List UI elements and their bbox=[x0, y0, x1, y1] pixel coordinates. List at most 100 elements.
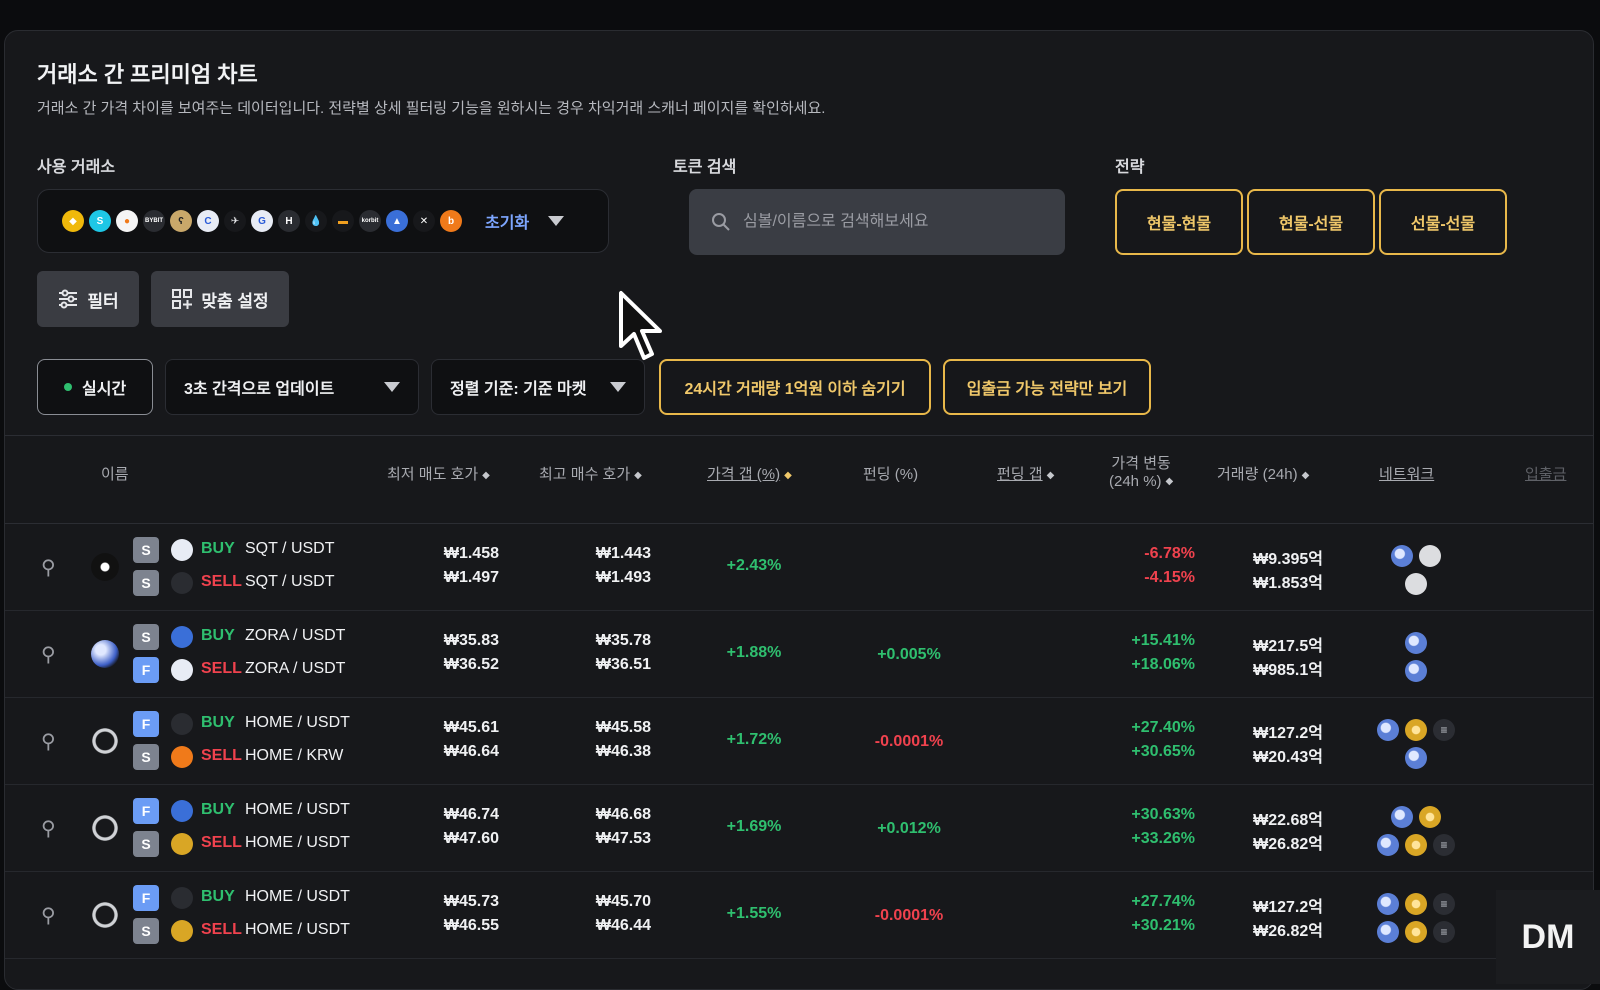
korbit-icon[interactable]: korbit bbox=[359, 210, 381, 232]
table-row[interactable]: ⚲ F S BUY SELL HOME / USDT HOME / USDT ₩… bbox=[5, 784, 1593, 872]
sort-active-icon: ◆ bbox=[784, 469, 792, 481]
exchange-selector[interactable]: ◆ S ● BYBIT ʕ C ✈ G H 💧 ▬ korbit ▲ ✕ b 초… bbox=[37, 189, 609, 253]
upbit-icon[interactable]: ▲ bbox=[386, 210, 408, 232]
network-icon bbox=[1405, 573, 1427, 595]
page-title: 거래소 간 프리미엄 차트 bbox=[37, 62, 258, 87]
bird-icon[interactable]: ✈ bbox=[224, 210, 246, 232]
sushi-icon[interactable]: ▬ bbox=[332, 210, 354, 232]
filter-label: 필터 bbox=[87, 291, 119, 311]
buy-label: BUY bbox=[201, 801, 235, 818]
network-icon bbox=[1405, 747, 1427, 769]
bid-price-buy: ₩1.443 bbox=[595, 545, 651, 562]
bid-price-buy: ₩45.70 bbox=[595, 893, 651, 910]
realtime-toggle[interactable]: 실시간 bbox=[37, 359, 153, 415]
token-icon bbox=[91, 814, 119, 842]
change-sell: +30.21% bbox=[1131, 917, 1195, 934]
hide-low-volume-button[interactable]: 24시간 거래량 1억원 이하 숨기기 bbox=[659, 359, 931, 415]
table-row[interactable]: ⚲ S F BUY SELL ZORA / USDT ZORA / USDT ₩… bbox=[5, 610, 1593, 698]
gate-icon[interactable]: G bbox=[251, 210, 273, 232]
buy-exchange-icon bbox=[171, 626, 193, 648]
search-input[interactable] bbox=[743, 213, 1043, 231]
col-bid[interactable]: 최고 매수 호가 ◆ bbox=[539, 463, 642, 484]
transfer-only-button[interactable]: 입출금 가능 전략만 보기 bbox=[943, 359, 1151, 415]
bithumb-icon[interactable]: b bbox=[440, 210, 462, 232]
exchanges-label: 사용 거래소 bbox=[37, 159, 116, 176]
bid-price-buy: ₩45.58 bbox=[595, 719, 651, 736]
network-icon bbox=[1405, 834, 1427, 856]
buy-market-badge: F bbox=[133, 711, 159, 737]
swap-icon[interactable]: S bbox=[89, 210, 111, 232]
buy-exchange-icon bbox=[171, 713, 193, 735]
binance-icon[interactable]: ◆ bbox=[62, 210, 84, 232]
table-row[interactable]: ⚲ F S BUY SELL HOME / USDT HOME / USDT ₩… bbox=[5, 871, 1593, 959]
buy-pair[interactable]: HOME / USDT bbox=[245, 801, 350, 819]
strategy-spot-futures-button[interactable]: 현물-선물 bbox=[1247, 189, 1375, 255]
ask-price-buy: ₩46.74 bbox=[443, 806, 499, 823]
sell-pair[interactable]: HOME / USDT bbox=[245, 921, 350, 939]
update-interval-select[interactable]: 3초 간격으로 업데이트 bbox=[165, 359, 419, 415]
col-change-label-1: 가격 변동 bbox=[1111, 455, 1171, 472]
change-buy: +27.40% bbox=[1131, 719, 1195, 736]
bybit-icon[interactable]: BYBIT bbox=[143, 210, 165, 232]
buy-pair[interactable]: SQT / USDT bbox=[245, 540, 335, 558]
bear-icon[interactable]: ʕ bbox=[170, 210, 192, 232]
sell-exchange-icon bbox=[171, 659, 193, 681]
strategy-futures-futures-button[interactable]: 선물-선물 bbox=[1379, 189, 1507, 255]
network-icon bbox=[1377, 834, 1399, 856]
watermark-logo: DM bbox=[1496, 890, 1600, 984]
sort-label: 정렬 기준: 기준 마켓 bbox=[450, 381, 587, 398]
sell-pair[interactable]: HOME / KRW bbox=[245, 747, 343, 765]
ask-price-sell: ₩1.497 bbox=[443, 569, 499, 586]
sell-pair[interactable]: SQT / USDT bbox=[245, 573, 335, 591]
sell-pair[interactable]: HOME / USDT bbox=[245, 834, 350, 852]
reset-button[interactable]: 초기화 bbox=[485, 209, 529, 233]
col-gap[interactable]: 가격 갭 (%) ◆ bbox=[707, 463, 792, 484]
chevron-down-icon[interactable] bbox=[548, 216, 565, 226]
sell-exchange-icon bbox=[171, 746, 193, 768]
bid-price-sell: ₩46.44 bbox=[595, 917, 651, 934]
network-icon bbox=[1405, 921, 1427, 943]
pin-icon[interactable]: ⚲ bbox=[41, 555, 56, 580]
bid-price-sell: ₩36.51 bbox=[595, 656, 651, 673]
pin-icon[interactable]: ⚲ bbox=[41, 642, 56, 667]
ask-price-buy: ₩45.73 bbox=[443, 893, 499, 910]
strategy-spot-spot-button[interactable]: 현물-현물 bbox=[1115, 189, 1243, 255]
col-funding-gap[interactable]: 펀딩 갭 ◆ bbox=[997, 463, 1054, 484]
col-network[interactable]: 네트워크 bbox=[1379, 463, 1434, 484]
realtime-label: 실시간 bbox=[82, 381, 127, 398]
live-dot-icon bbox=[64, 383, 72, 391]
table-row[interactable]: ⚲ F S BUY SELL HOME / USDT HOME / KRW ₩4… bbox=[5, 697, 1593, 785]
drop-icon[interactable]: 💧 bbox=[305, 210, 327, 232]
sort-select[interactable]: 정렬 기준: 기준 마켓 bbox=[431, 359, 645, 415]
buy-pair[interactable]: ZORA / USDT bbox=[245, 627, 345, 645]
chevron-down-icon bbox=[610, 382, 626, 392]
bitget-icon[interactable]: ● bbox=[116, 210, 138, 232]
volume-sell: ₩1.853억 bbox=[1253, 575, 1323, 592]
pin-icon[interactable]: ⚲ bbox=[41, 816, 56, 841]
ask-price-sell: ₩36.52 bbox=[443, 656, 499, 673]
table-row[interactable]: ⚲ S S BUY SELL SQT / USDT SQT / USDT ₩1.… bbox=[5, 523, 1593, 611]
sell-pair[interactable]: ZORA / USDT bbox=[245, 660, 345, 678]
col-change[interactable]: 가격 변동 (24h %) ◆ bbox=[1109, 455, 1173, 491]
pin-icon[interactable]: ⚲ bbox=[41, 903, 56, 928]
network-icon: ≡ bbox=[1433, 893, 1455, 915]
col-transfer[interactable]: 입출금 bbox=[1525, 463, 1566, 484]
col-volume[interactable]: 거래량 (24h) ◆ bbox=[1217, 463, 1309, 484]
x-icon[interactable]: ✕ bbox=[413, 210, 435, 232]
buy-pair[interactable]: HOME / USDT bbox=[245, 714, 350, 732]
price-gap: +1.55% bbox=[726, 905, 782, 922]
coinbase-icon[interactable]: C bbox=[197, 210, 219, 232]
htx-icon[interactable]: H bbox=[278, 210, 300, 232]
buy-label: BUY bbox=[201, 888, 235, 905]
change-sell: -4.15% bbox=[1144, 569, 1195, 586]
col-ask[interactable]: 최저 매도 호가 ◆ bbox=[387, 463, 490, 484]
pin-icon[interactable]: ⚲ bbox=[41, 729, 56, 754]
custom-settings-button[interactable]: 맞춤 설정 bbox=[151, 271, 289, 327]
token-search-box[interactable] bbox=[689, 189, 1065, 255]
sell-market-badge: S bbox=[133, 744, 159, 770]
buy-pair[interactable]: HOME / USDT bbox=[245, 888, 350, 906]
col-ask-label: 최저 매도 호가 bbox=[387, 466, 479, 483]
network-icon: ≡ bbox=[1433, 719, 1455, 741]
funding-rate: +0.005% bbox=[877, 646, 941, 663]
filter-button[interactable]: 필터 bbox=[37, 271, 139, 327]
